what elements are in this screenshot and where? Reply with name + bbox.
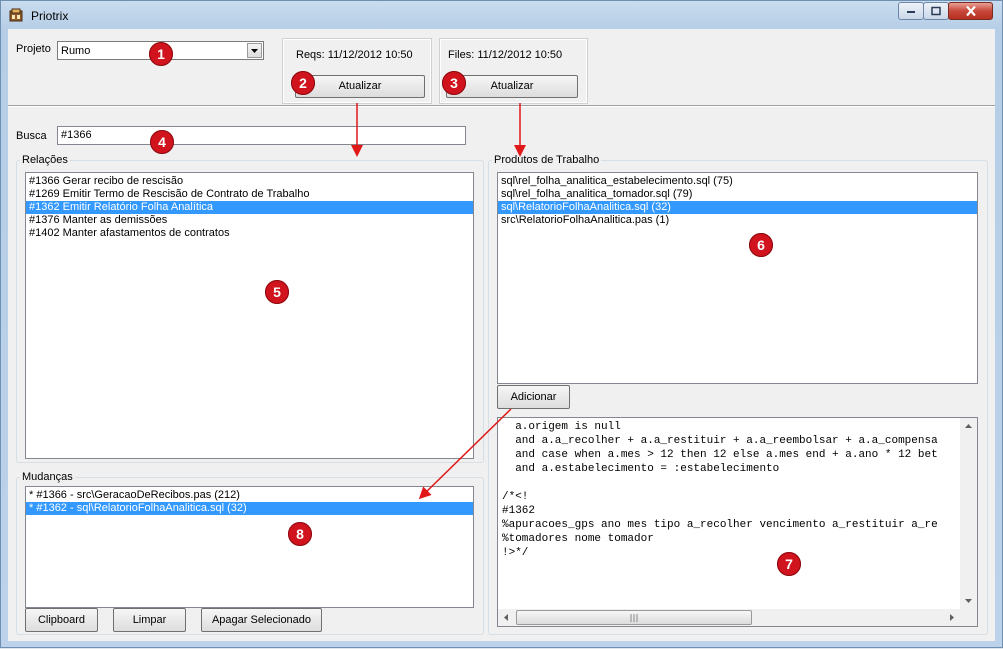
relacoes-list-item[interactable]: #1376 Manter as demissões: [26, 214, 473, 227]
produtos-list-item[interactable]: src\RelatorioFolhaAnalitica.pas (1): [498, 214, 977, 227]
files-label: Files: 11/12/2012 10:50: [448, 49, 563, 61]
app-icon: [9, 8, 23, 22]
maximize-icon: [931, 6, 941, 16]
scroll-left-icon[interactable]: [498, 609, 515, 626]
mudancas-list-item[interactable]: * #1362 - sql\RelatorioFolhaAnalitica.sq…: [26, 502, 473, 515]
marker-6: 6: [749, 233, 773, 257]
marker-2: 2: [291, 71, 315, 95]
minimize-button[interactable]: [898, 2, 924, 20]
code-line: and a.estabelecimento = :estabelecimento: [502, 463, 780, 475]
code-vertical-scrollbar[interactable]: [960, 418, 977, 609]
produtos-list[interactable]: sql\rel_folha_analitica_estabelecimento.…: [497, 172, 978, 384]
code-line: and a.a_recolher + a.a_restituir + a.a_r…: [502, 435, 938, 447]
produtos-list-item[interactable]: sql\rel_folha_analitica_estabelecimento.…: [498, 175, 977, 188]
mudancas-list-item[interactable]: * #1366 - src\GeracaoDeRecibos.pas (212): [26, 489, 473, 502]
relacoes-list-item[interactable]: #1366 Gerar recibo de rescisão: [26, 175, 473, 188]
size-grip: [960, 609, 977, 626]
produtos-title: Produtos de Trabalho: [492, 154, 602, 166]
marker-1: 1: [149, 42, 173, 66]
produtos-list-item[interactable]: sql\rel_folha_analitica_tomador.sql (79): [498, 188, 977, 201]
window-title: Priotrix: [31, 9, 69, 23]
marker-5: 5: [265, 280, 289, 304]
reqs-atualizar-button[interactable]: Atualizar: [295, 75, 425, 98]
relacoes-list-item[interactable]: #1269 Emitir Termo de Rescisão de Contra…: [26, 188, 473, 201]
adicionar-button[interactable]: Adicionar: [497, 385, 570, 409]
marker-4: 4: [150, 130, 174, 154]
limpar-button[interactable]: Limpar: [113, 608, 186, 632]
code-line: /*<!: [502, 491, 529, 503]
projeto-value: Rumo: [61, 45, 91, 57]
code-line: !>*/: [502, 547, 529, 559]
client-area: Projeto Rumo Reqs: 11/12/2012 10:50 Atua…: [8, 29, 995, 641]
title-bar[interactable]: Priotrix: [1, 1, 1002, 29]
mudancas-list[interactable]: * #1366 - src\GeracaoDeRecibos.pas (212)…: [25, 486, 474, 608]
main-window: Priotrix Projeto Rumo Reqs: 11/12/2012 1…: [0, 0, 1003, 648]
code-text: a.origem is null and a.a_recolher + a.a_…: [498, 418, 977, 560]
files-atualizar-button[interactable]: Atualizar: [446, 75, 578, 98]
close-icon: [965, 5, 976, 17]
close-button[interactable]: [948, 2, 993, 20]
busca-input[interactable]: #1366: [57, 126, 466, 145]
scroll-down-icon[interactable]: [960, 592, 977, 609]
code-horizontal-thumb[interactable]: [516, 610, 752, 625]
code-line: and case when a.mes > 12 then 12 else a.…: [502, 449, 938, 461]
relacoes-list-item[interactable]: #1402 Manter afastamentos de contratos: [26, 227, 473, 240]
code-horizontal-scrollbar[interactable]: [498, 609, 960, 626]
code-line: %tomadores nome tomador: [502, 533, 654, 545]
reqs-label: Reqs: 11/12/2012 10:50: [296, 49, 413, 61]
code-line: %apuracoes_gps ano mes tipo a_recolher v…: [502, 519, 938, 531]
projeto-label: Projeto: [16, 43, 51, 55]
separator: [8, 105, 995, 107]
minimize-icon: [907, 11, 915, 13]
mudancas-title: Mudanças: [20, 471, 75, 483]
scroll-right-icon[interactable]: [943, 609, 960, 626]
marker-7: 7: [777, 552, 801, 576]
busca-label: Busca: [16, 130, 47, 142]
scroll-up-icon[interactable]: [960, 418, 977, 435]
relacoes-title: Relações: [20, 154, 70, 166]
code-line: a.origem is null: [502, 421, 621, 433]
clipboard-button[interactable]: Clipboard: [25, 608, 98, 632]
relacoes-list[interactable]: #1366 Gerar recibo de rescisão #1269 Emit…: [25, 172, 474, 459]
produtos-list-item[interactable]: sql\RelatorioFolhaAnalitica.sql (32): [498, 201, 977, 214]
chevron-down-icon[interactable]: [247, 43, 262, 58]
relacoes-list-item[interactable]: #1362 Emitir Relatório Folha Analítica: [26, 201, 473, 214]
code-line: #1362: [502, 505, 536, 517]
code-editor[interactable]: a.origem is null and a.a_recolher + a.a_…: [497, 417, 978, 627]
marker-8: 8: [288, 522, 312, 546]
apagar-selecionado-button[interactable]: Apagar Selecionado: [201, 608, 322, 632]
maximize-button[interactable]: [923, 2, 949, 20]
marker-3: 3: [442, 71, 466, 95]
